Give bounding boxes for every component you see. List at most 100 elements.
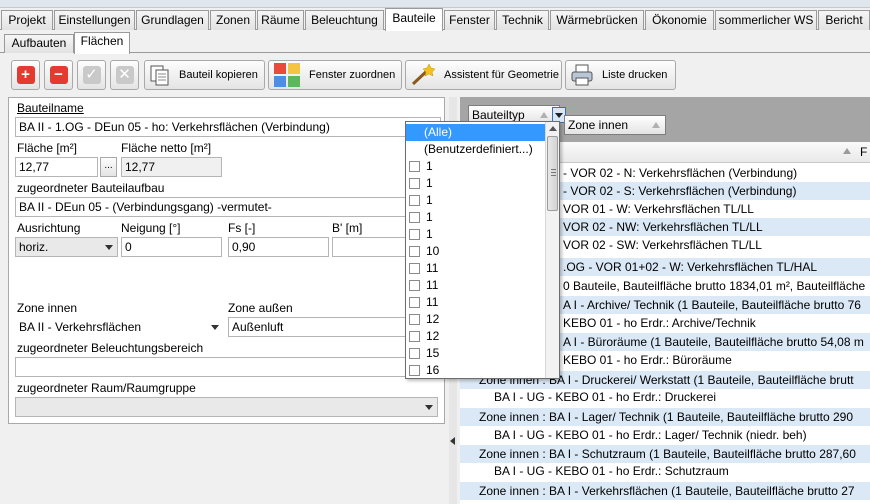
lighting-input[interactable] <box>15 357 441 377</box>
area-input[interactable]: 12,77 <box>15 157 98 177</box>
filter-item[interactable]: 12 <box>406 328 546 345</box>
geometry-assistant-label: Assistent für Geometrie <box>444 69 559 81</box>
tab-oekonomie[interactable]: Ökonomie <box>645 10 714 30</box>
remove-button[interactable]: − <box>44 60 73 90</box>
construction-label: zugeordneter Bauteilaufbau <box>17 181 165 195</box>
copy-component-button[interactable]: Bauteil kopieren <box>144 60 265 90</box>
scroll-up-icon[interactable] <box>549 126 557 131</box>
filter-item[interactable]: 1 <box>406 209 546 226</box>
copy-icon <box>150 65 169 86</box>
checkbox[interactable] <box>409 195 420 206</box>
table-row[interactable]: BA I - UG - KEBO 01 - ho Erdr.: Druckere… <box>460 388 870 406</box>
room-select[interactable] <box>15 397 438 417</box>
tab-zonen[interactable]: Zonen <box>210 10 256 30</box>
subtab-flaechen[interactable]: Flächen <box>74 32 130 54</box>
check-icon: ✓ <box>82 66 101 84</box>
area-calc-button[interactable]: ... <box>100 157 117 177</box>
zone-inner-value: BA II - Verkehrsflächen <box>19 320 142 334</box>
collapse-left-icon <box>450 437 455 445</box>
chevron-down-icon <box>211 325 219 330</box>
table-row[interactable]: BA I - UG - KEBO 01 - ho Erdr.: Lager/ T… <box>460 426 870 444</box>
zone-inner-select[interactable]: BA II - Verkehrsflächen <box>15 317 224 337</box>
filter-item[interactable]: 11 <box>406 277 546 294</box>
checkbox[interactable] <box>409 297 420 308</box>
checkbox[interactable] <box>409 280 420 291</box>
column-header-partial: F <box>860 145 868 159</box>
sort-icon <box>540 112 548 118</box>
filter-item[interactable]: 1 <box>406 175 546 192</box>
checkbox[interactable] <box>409 212 420 223</box>
scroll-thumb[interactable] <box>547 136 558 211</box>
tab-bericht[interactable]: Bericht <box>818 10 870 30</box>
assign-window-button[interactable]: Fenster zuordnen <box>268 60 402 90</box>
copy-component-label: Bauteil kopieren <box>179 69 258 81</box>
grip-icon <box>551 169 556 170</box>
zone-outer-label: Zone außen <box>228 301 293 315</box>
minus-icon: − <box>49 66 68 84</box>
checkbox[interactable] <box>409 246 420 257</box>
checkbox[interactable] <box>409 229 420 240</box>
checkbox[interactable] <box>409 331 420 342</box>
grip-icon <box>551 172 556 173</box>
net-area-label: Fläche netto [m²] <box>121 141 212 155</box>
filter-item[interactable]: 11 <box>406 294 546 311</box>
tab-einstellungen[interactable]: Einstellungen <box>54 10 135 30</box>
group-chip-bauteiltyp-label: Bauteiltyp <box>472 108 525 122</box>
title-strip <box>0 0 870 8</box>
tab-raeume[interactable]: Räume <box>257 10 304 30</box>
table-row[interactable]: Zone innen : BA I - Lager/ Technik (1 Ba… <box>460 408 870 426</box>
dropdown-scrollbar[interactable] <box>545 122 559 378</box>
sort-icon <box>843 148 851 154</box>
magic-wand-icon <box>411 63 436 86</box>
tab-fenster[interactable]: Fenster <box>444 10 495 30</box>
room-label: zugeordneter Raum/Raumgruppe <box>17 381 196 395</box>
tab-grundlagen[interactable]: Grundlagen <box>136 10 209 30</box>
checkbox[interactable] <box>409 161 420 172</box>
zone-inner-label: Zone innen <box>17 301 78 315</box>
confirm-button[interactable]: ✓ <box>77 60 106 90</box>
tab-technik[interactable]: Technik <box>496 10 549 30</box>
filter-item[interactable]: 15 <box>406 345 546 362</box>
table-row[interactable]: Zone innen : BA I - Schutzraum (1 Bautei… <box>460 445 870 463</box>
filter-item[interactable]: 1 <box>406 158 546 175</box>
checkbox[interactable] <box>409 365 420 376</box>
print-list-button[interactable]: Liste drucken <box>565 60 676 90</box>
bauteiltyp-filter-dropdown[interactable]: (Alle) (Benutzerdefiniert...) 1 1 1 1 1 … <box>405 121 560 379</box>
construction-input[interactable]: BA II - DEun 05 - (Verbindungsgang) -ver… <box>15 197 441 217</box>
tab-bauteile[interactable]: Bauteile <box>385 8 443 31</box>
checkbox[interactable] <box>409 348 420 359</box>
filter-item[interactable]: 1 <box>406 192 546 209</box>
checkbox[interactable] <box>409 314 420 325</box>
checkbox[interactable] <box>409 178 420 189</box>
filter-item[interactable]: 1 <box>406 226 546 243</box>
group-chip-zone-innen[interactable]: Zone innen <box>564 115 666 135</box>
main-tab-bar: Projekt Einstellungen Grundlagen Zonen R… <box>0 8 870 31</box>
geometry-assistant-button[interactable]: Assistent für Geometrie <box>405 60 562 90</box>
tilt-label: Neigung [°] <box>121 221 181 235</box>
tab-waermebruecken[interactable]: Wärmebrücken <box>550 10 644 30</box>
name-input[interactable]: BA II - 1.OG - DEun 05 - ho: Verkehrsflä… <box>15 117 441 137</box>
orientation-value: horiz. <box>19 240 49 254</box>
filter-item[interactable]: 10 <box>406 243 546 260</box>
subtab-aufbauten[interactable]: Aufbauten <box>4 34 74 53</box>
assign-window-label: Fenster zuordnen <box>309 69 396 81</box>
tilt-input[interactable]: 0 <box>121 237 222 257</box>
orientation-select[interactable]: horiz. <box>15 237 118 257</box>
checkbox[interactable] <box>409 263 420 274</box>
filter-item-all[interactable]: (Alle) <box>406 124 546 141</box>
discard-button[interactable]: ✕ <box>110 60 139 90</box>
tab-beleuchtung[interactable]: Beleuchtung <box>305 10 384 30</box>
fs-input[interactable]: 0,90 <box>228 237 329 257</box>
filter-item[interactable]: 12 <box>406 311 546 328</box>
group-chip-zone-innen-label: Zone innen <box>568 118 629 132</box>
table-row[interactable]: Zone innen : BA I - Verkehrsflächen (1 B… <box>460 482 870 500</box>
filter-item-custom[interactable]: (Benutzerdefiniert...) <box>406 141 546 158</box>
filter-item[interactable]: 16 <box>406 362 546 378</box>
tab-sommerlicher-ws[interactable]: sommerlicher WS <box>715 10 817 30</box>
add-button[interactable]: + <box>11 60 40 90</box>
filter-item[interactable]: 11 <box>406 260 546 277</box>
chevron-down-icon <box>105 245 113 250</box>
table-row[interactable]: BA I - UG - KEBO 01 - ho Erdr.: Schutzra… <box>460 462 870 480</box>
tab-projekt[interactable]: Projekt <box>1 10 53 30</box>
fs-label: Fs [-] <box>228 221 256 235</box>
